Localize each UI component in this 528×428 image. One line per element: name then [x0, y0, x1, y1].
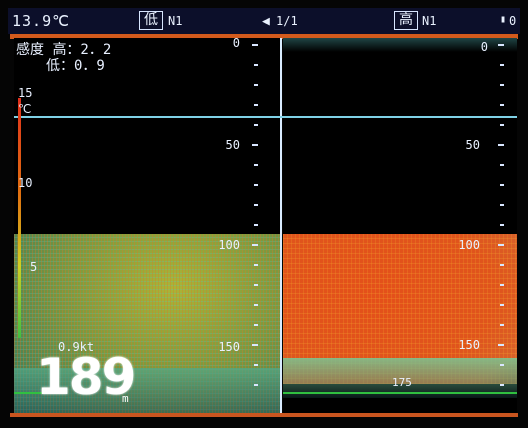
right-depth-0: 0 — [480, 40, 488, 54]
right-bottom-depth-label: 175 — [392, 376, 412, 389]
high-frequency-button[interactable]: 高 — [394, 11, 418, 30]
left-depth-ticks — [250, 40, 258, 410]
low-frequency-mode: N1 — [168, 14, 183, 28]
page-indicator: 1/1 — [276, 14, 298, 28]
water-temperature: 13.9℃ — [12, 12, 70, 30]
left-depth-0: 0 — [232, 36, 240, 50]
bottom-marker-line — [10, 413, 518, 417]
left-depth-50: 50 — [225, 138, 240, 152]
gain-high: 高：2．2 — [52, 42, 112, 58]
depth-readout: 189 — [36, 348, 136, 406]
gain-readout: 感度 高：2．2 低：0．9 — [16, 42, 111, 74]
temp-scale-10: 10 — [18, 176, 33, 190]
gain-label: 感度 — [16, 42, 44, 58]
low-frequency-button[interactable]: 低 — [139, 11, 163, 30]
top-status-bar: 13.9℃ 低 N1 ◀ 1/1 高 N1 ▮ 0 — [8, 8, 520, 34]
signal-icon: ▮ — [500, 14, 507, 25]
left-depth-100: 100 — [218, 238, 240, 252]
temp-scale-15: 15 — [18, 86, 33, 100]
fish-finder-screen: 13.9℃ 低 N1 ◀ 1/1 高 N1 ▮ 0 15 ℃ 10 5 0 50… — [0, 0, 528, 428]
gain-low: 低：0．9 — [46, 58, 105, 74]
high-frequency-mode: N1 — [422, 14, 437, 28]
temperature-color-bar — [18, 98, 21, 338]
right-depth-150: 150 — [458, 338, 480, 352]
bottom-lock-line — [283, 392, 517, 394]
depth-unit: m — [122, 392, 129, 405]
high-frequency-echogram — [283, 38, 517, 414]
temperature-trace-line — [14, 116, 517, 118]
corner-value: 0 — [509, 14, 517, 28]
right-depth-ticks — [496, 40, 504, 410]
left-depth-150: 150 — [218, 340, 240, 354]
pane-divider[interactable] — [280, 38, 282, 414]
right-depth-50: 50 — [465, 138, 480, 152]
right-depth-100: 100 — [458, 238, 480, 252]
page-arrow-icon[interactable]: ◀ — [262, 14, 270, 29]
temp-scale-unit: ℃ — [18, 102, 32, 116]
temp-scale-5: 5 — [30, 260, 38, 274]
